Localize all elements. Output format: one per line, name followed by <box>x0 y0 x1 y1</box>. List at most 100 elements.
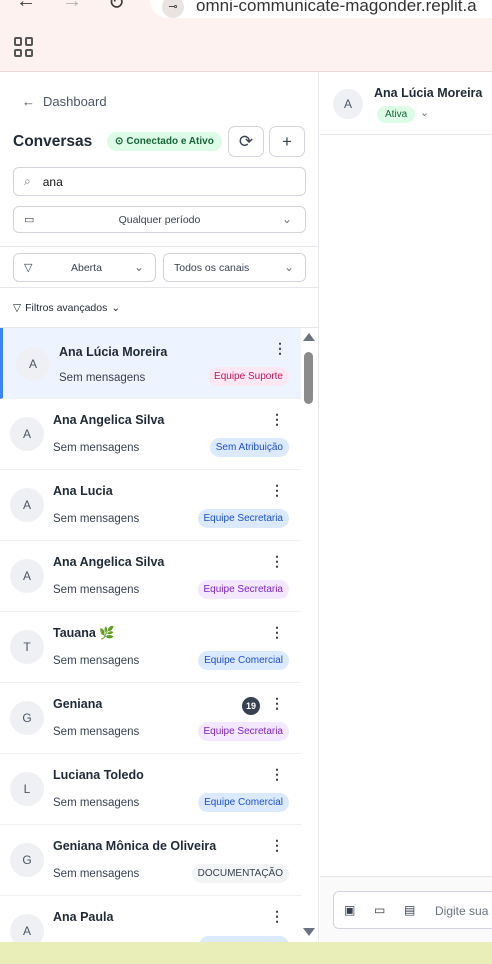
last-message: Sem mensagens <box>53 442 140 454</box>
more-vertical-icon[interactable]: ⋮ <box>270 838 284 852</box>
more-vertical-icon[interactable]: ⋮ <box>270 767 284 781</box>
period-label: Qualquer período <box>118 214 201 226</box>
chat-header: A Ana Lúcia Moreira Ativa ⌄ <box>320 72 492 135</box>
conversation-item[interactable]: A Ana Angelica Silva Sem mensagens ⋮ Sem Atr… <box>0 399 301 470</box>
conversations-sidebar: ← Dashboard Conversas ⊙ Conectado e Ativ… <box>0 72 319 942</box>
conversation-item[interactable]: A Ana Lucia Sem mensagens ⋮ Equipe Secretari… <box>0 470 301 541</box>
browser-toolbar: ← → ↻ ⊸ omni-communicate-magonder.replit… <box>0 0 492 72</box>
apps-grid-icon[interactable] <box>14 37 34 57</box>
scroll-down-icon[interactable] <box>303 928 315 936</box>
unread-count-badge: 19 <box>242 697 260 715</box>
conversation-item[interactable]: G Geniana Mônica de Oliveira Sem mensagens… <box>0 825 301 896</box>
more-vertical-icon[interactable]: ⋮ <box>270 483 284 497</box>
avatar: G <box>10 701 44 735</box>
chevron-down-icon: ⌄ <box>283 260 294 274</box>
more-vertical-icon[interactable]: ⋮ <box>270 909 284 923</box>
avatar: A <box>10 914 44 942</box>
list-scrollbar[interactable] <box>302 328 316 942</box>
conversation-item[interactable]: A Ana Lúcia Moreira Sem mensagens ⋮ Equipe S… <box>0 328 301 399</box>
site-info-icon[interactable]: ⊸ <box>162 0 184 18</box>
contact-name: Luciana Toledo <box>53 768 144 782</box>
avatar: A <box>10 488 44 522</box>
new-conversation-button[interactable]: + <box>269 126 305 157</box>
channel-filter-select[interactable]: Todos os canais ⌄ <box>163 253 306 282</box>
refresh-button[interactable]: ⟳ <box>228 126 264 157</box>
reload-icon[interactable]: ↻ <box>108 0 125 15</box>
search-value: ana <box>42 174 63 189</box>
image-icon[interactable]: ▣ <box>344 903 355 917</box>
team-tag: Equipe Secretaria <box>197 509 289 528</box>
scroll-up-icon[interactable] <box>303 333 315 341</box>
conversation-item[interactable]: A Ana Paula ⋮ <box>0 896 301 942</box>
last-message: Sem mensagens <box>59 372 146 384</box>
status-filter-select[interactable]: ▽ Aberta ⌄ <box>13 253 156 282</box>
conversation-list: A Ana Lúcia Moreira Sem mensagens ⋮ Equipe S… <box>0 328 301 942</box>
back-link-label: Dashboard <box>43 94 107 109</box>
document-icon[interactable]: ▤ <box>404 903 415 917</box>
bottom-bar <box>0 942 492 964</box>
contact-name: Ana Angelica Silva <box>53 413 165 427</box>
divider <box>0 246 319 247</box>
more-vertical-icon[interactable]: ⋮ <box>270 554 284 568</box>
avatar: A <box>333 89 363 119</box>
contact-name: Ana Paula <box>53 910 114 924</box>
scroll-thumb[interactable] <box>304 352 313 404</box>
team-tag: Equipe Comercial <box>198 793 289 812</box>
status-badge[interactable]: Ativa <box>377 106 416 123</box>
page-title: Conversas <box>13 133 93 150</box>
last-message: Sem mensagens <box>53 797 140 809</box>
refresh-icon: ⟳ <box>238 131 254 151</box>
message-input[interactable]: ▣ ▭ ▤ Digite sua m <box>333 891 492 929</box>
team-tag: Equipe Secretaria <box>197 580 289 599</box>
back-nav-icon[interactable]: ← <box>16 0 36 13</box>
last-message: Sem mensagens <box>53 868 140 880</box>
conversation-item[interactable]: G Geniana Sem mensagens ⋮ 19 Equipe Secretari… <box>0 683 301 754</box>
contact-name: Geniana Mônica de Oliveira <box>53 839 217 853</box>
avatar: G <box>10 843 44 877</box>
channel-filter-value: Todos os canais <box>174 262 250 274</box>
period-select[interactable]: ▭ Qualquer período ⌄ <box>13 206 306 233</box>
chevron-down-icon: ⌄ <box>133 260 144 274</box>
chevron-down-icon[interactable]: ⌄ <box>420 106 429 119</box>
conversation-item[interactable]: L Luciana Toledo Sem mensagens ⋮ Equipe Come… <box>0 754 301 825</box>
team-tag: DOCUMENTAÇÃO <box>191 864 289 883</box>
chevron-down-icon: ⌄ <box>281 212 292 226</box>
search-icon: ⌕ <box>24 174 31 188</box>
team-tag: Sem Atribuição <box>209 438 289 457</box>
search-input[interactable]: ⌕ ana <box>13 167 306 196</box>
filter-icon: ▽ <box>13 302 22 314</box>
contact-name: Ana Lucia <box>53 484 113 498</box>
conversation-item[interactable]: T Tauana 🌿 Sem mensagens ⋮ Equipe Comercial <box>0 612 301 683</box>
connection-status-label: Conectado e Ativo <box>126 136 214 147</box>
forward-nav-icon[interactable]: → <box>62 0 82 13</box>
video-icon[interactable]: ▭ <box>374 903 385 917</box>
last-message: Sem mensagens <box>53 513 140 525</box>
conversation-item[interactable]: A Ana Angelica Silva Sem mensagens ⋮ Equipe … <box>0 541 301 612</box>
chevron-down-icon: ⌄ <box>111 302 121 314</box>
arrow-left-icon: ← <box>22 94 35 109</box>
more-vertical-icon[interactable]: ⋮ <box>270 696 284 710</box>
contact-name: Geniana <box>53 697 103 711</box>
plus-icon: + <box>282 131 292 151</box>
advanced-filters-label: Filtros avançados <box>25 302 108 314</box>
avatar: A <box>16 347 50 381</box>
avatar: T <box>10 630 44 664</box>
more-vertical-icon[interactable]: ⋮ <box>270 625 284 639</box>
connection-status-badge: ⊙ Conectado e Ativo <box>107 132 222 151</box>
team-tag: Equipe Comercial <box>198 651 289 670</box>
avatar: A <box>10 559 44 593</box>
contact-name: Ana Angelica Silva <box>53 555 165 569</box>
filter-icon: ▽ <box>24 262 33 274</box>
team-tag: Equipe Secretaria <box>197 722 289 741</box>
contact-name: Ana Lúcia Moreira <box>374 86 483 100</box>
divider <box>0 287 319 288</box>
url-text: omni-communicate-magonder.replit.a <box>196 0 477 15</box>
advanced-filters-toggle[interactable]: ▽ Filtros avançados ⌄ <box>13 302 120 314</box>
dashboard-back-link[interactable]: ← Dashboard <box>22 94 107 109</box>
last-message: Sem mensagens <box>53 655 140 667</box>
address-bar[interactable]: ⊸ omni-communicate-magonder.replit.a <box>150 0 492 18</box>
contact-name: Ana Lúcia Moreira <box>59 345 168 359</box>
more-vertical-icon[interactable]: ⋮ <box>273 341 287 355</box>
avatar: L <box>10 772 44 806</box>
more-vertical-icon[interactable]: ⋮ <box>270 412 284 426</box>
